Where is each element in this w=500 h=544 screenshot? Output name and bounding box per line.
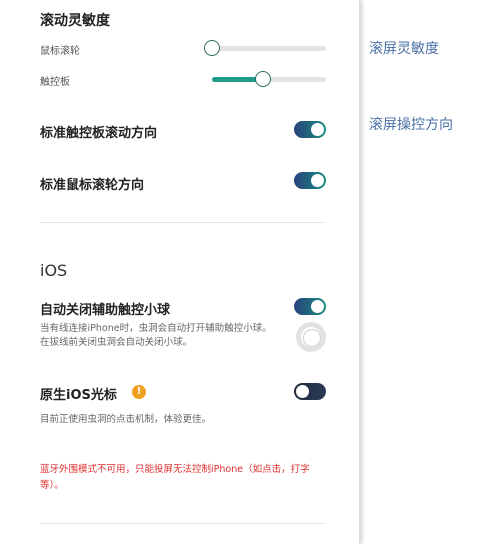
description-line: 在拔线前关闭虫洞会自动关闭小球。	[40, 337, 193, 348]
touchpad-slider-thumb[interactable]	[255, 71, 272, 87]
section-divider	[40, 222, 326, 223]
section-divider	[40, 523, 326, 524]
auto-close-assistive-toggle[interactable]	[294, 298, 326, 315]
toggle-knob	[311, 123, 324, 136]
standard-touchpad-direction-toggle[interactable]	[294, 121, 326, 138]
native-ios-cursor-toggle[interactable]	[294, 383, 326, 400]
toggle-knob	[311, 174, 324, 187]
warning-icon[interactable]: !	[132, 385, 146, 399]
description-line: 当有线连接iPhone时，虫洞会自动打开辅助触控小球。	[40, 323, 272, 334]
auto-close-assistive-label: 自动关闭辅助触控小球	[40, 303, 171, 318]
standard-mouse-direction-label: 标准鼠标滚轮方向	[40, 178, 145, 193]
scroll-sensitivity-title: 滚动灵敏度	[40, 13, 110, 29]
native-ios-cursor-description: 目前正使用虫洞的点击机制，体验更佳。	[40, 414, 212, 425]
mouse-wheel-label: 鼠标滚轮	[40, 46, 80, 57]
ios-section-heading: iOS	[40, 261, 68, 280]
settings-panel: 滚动灵敏度 鼠标滚轮 触控板 标准触控板滚动方向 标准鼠标滚轮方向 iOS 自动…	[0, 0, 360, 544]
standard-touchpad-direction-label: 标准触控板滚动方向	[40, 126, 158, 141]
touchpad-label: 触控板	[40, 77, 70, 88]
assistive-touch-ball-icon	[296, 322, 326, 352]
touchpad-slider[interactable]	[212, 71, 326, 87]
mouse-wheel-slider-thumb[interactable]	[204, 40, 220, 56]
toggle-knob	[311, 300, 324, 313]
callout-scroll-sensitivity: 滚屏灵敏度	[369, 41, 439, 57]
toggle-knob	[296, 385, 309, 398]
standard-mouse-direction-toggle[interactable]	[294, 172, 326, 189]
auto-close-assistive-description: 当有线连接iPhone时，虫洞会自动打开辅助触控小球。 在拔线前关闭虫洞会自动关…	[40, 322, 272, 350]
callout-scroll-direction: 滚屏操控方向	[369, 117, 453, 133]
native-ios-cursor-label: 原生iOS光标	[40, 388, 117, 403]
mouse-wheel-slider[interactable]	[204, 40, 326, 56]
bluetooth-unavailable-warning: 蓝牙外围模式不可用，只能投屏无法控制iPhone（如点击，打字等）。	[40, 464, 310, 491]
